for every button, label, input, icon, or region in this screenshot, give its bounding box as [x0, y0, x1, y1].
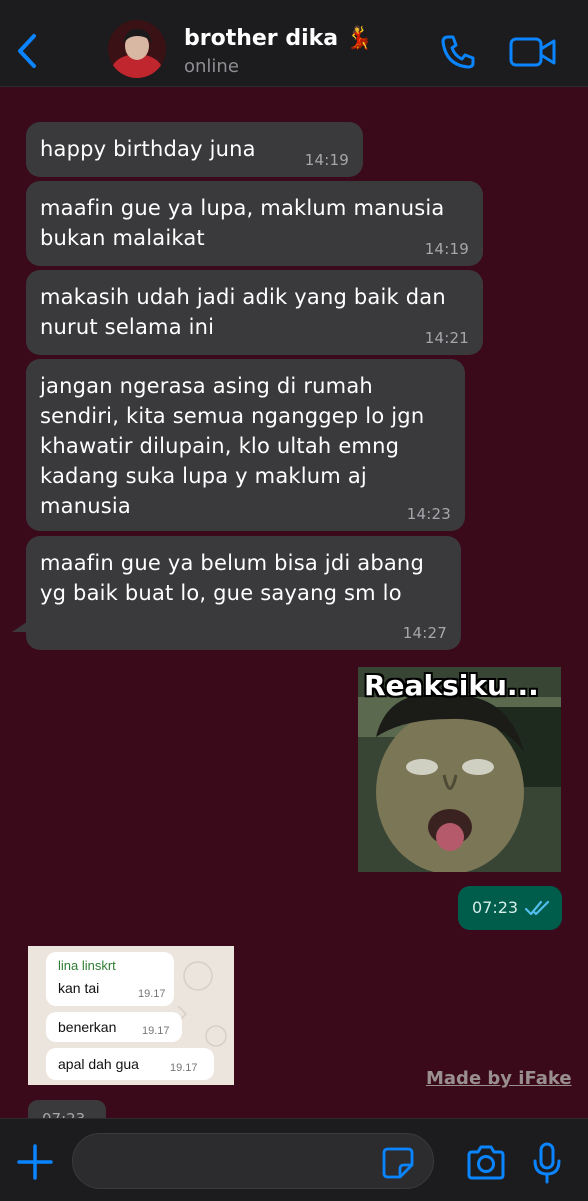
chevron-left-icon: [18, 34, 36, 68]
sent-time: 07:23: [472, 898, 519, 917]
image-sender: lina linskrt: [58, 958, 116, 973]
message-bubble[interactable]: jangan ngerasa asing di rumah sendiri, k…: [26, 359, 465, 531]
video-call-button[interactable]: [508, 34, 558, 70]
sticker-icon: [382, 1147, 414, 1179]
contact-status: online: [184, 56, 239, 77]
image-line: kan tai: [58, 980, 100, 996]
video-camera-icon: [509, 37, 556, 67]
watermark-link[interactable]: Made by iFake: [426, 1068, 572, 1089]
microphone-button[interactable]: [532, 1141, 562, 1185]
double-check-icon: [524, 900, 550, 916]
contact-avatar[interactable]: [108, 20, 166, 78]
image-line: apal dah gua: [58, 1056, 139, 1072]
image-line-time: 19.17: [138, 988, 166, 1000]
sent-message-bubble[interactable]: 07:23: [458, 886, 562, 930]
sent-sticker[interactable]: Reaksiku...: [358, 667, 561, 872]
sticker-caption: Reaksiku...: [364, 669, 539, 702]
camera-button[interactable]: [464, 1143, 508, 1183]
phone-icon: [441, 35, 475, 69]
contact-name[interactable]: brother dika 💃: [184, 26, 373, 51]
image-line-time: 19.17: [142, 1025, 170, 1037]
chat-header: brother dika 💃 online: [0, 0, 588, 87]
message-text: makasih udah jadi adik yang baik dan nur…: [40, 285, 446, 339]
message-bubble[interactable]: maafin gue ya lupa, maklum manusia bukan…: [26, 181, 483, 266]
message-text: jangan ngerasa asing di rumah sendiri, k…: [40, 374, 425, 518]
message-text: maafin gue ya belum bisa jdi abang yg ba…: [40, 551, 424, 605]
message-bubble[interactable]: happy birthday juna 14:19: [26, 122, 363, 177]
message-time: 14:19: [424, 240, 469, 258]
image-line: benerkan: [58, 1019, 117, 1035]
plus-icon: [17, 1144, 53, 1180]
camera-icon: [467, 1145, 505, 1180]
image-bubble: benerkan 19.17: [46, 1012, 182, 1042]
composer-bar: [0, 1118, 588, 1201]
image-bubble: lina linskrt kan tai 19.17: [46, 952, 174, 1006]
dancer-emoji: 💃: [345, 26, 374, 51]
message-time: 14:27: [402, 624, 447, 642]
message-text: maafin gue ya lupa, maklum manusia bukan…: [40, 196, 445, 250]
attach-button[interactable]: [14, 1141, 56, 1183]
message-time: 14:21: [424, 329, 469, 347]
microphone-icon: [533, 1142, 561, 1184]
message-text: happy birthday juna: [40, 137, 256, 161]
back-button[interactable]: [8, 28, 48, 74]
message-bubble[interactable]: maafin gue ya belum bisa jdi abang yg ba…: [26, 536, 461, 650]
image-line-time: 19.17: [170, 1062, 198, 1074]
received-image[interactable]: lina linskrt kan tai 19.17 benerkan 19.1…: [28, 946, 234, 1085]
message-time: 14:19: [304, 151, 349, 169]
sticker-button[interactable]: [380, 1145, 416, 1181]
image-bubble: apal dah gua 19.17: [46, 1048, 214, 1080]
message-bubble[interactable]: makasih udah jadi adik yang baik dan nur…: [26, 270, 483, 355]
voice-call-button[interactable]: [438, 32, 478, 72]
contact-name-text: brother dika: [184, 26, 339, 51]
message-time: 14:23: [406, 505, 451, 523]
